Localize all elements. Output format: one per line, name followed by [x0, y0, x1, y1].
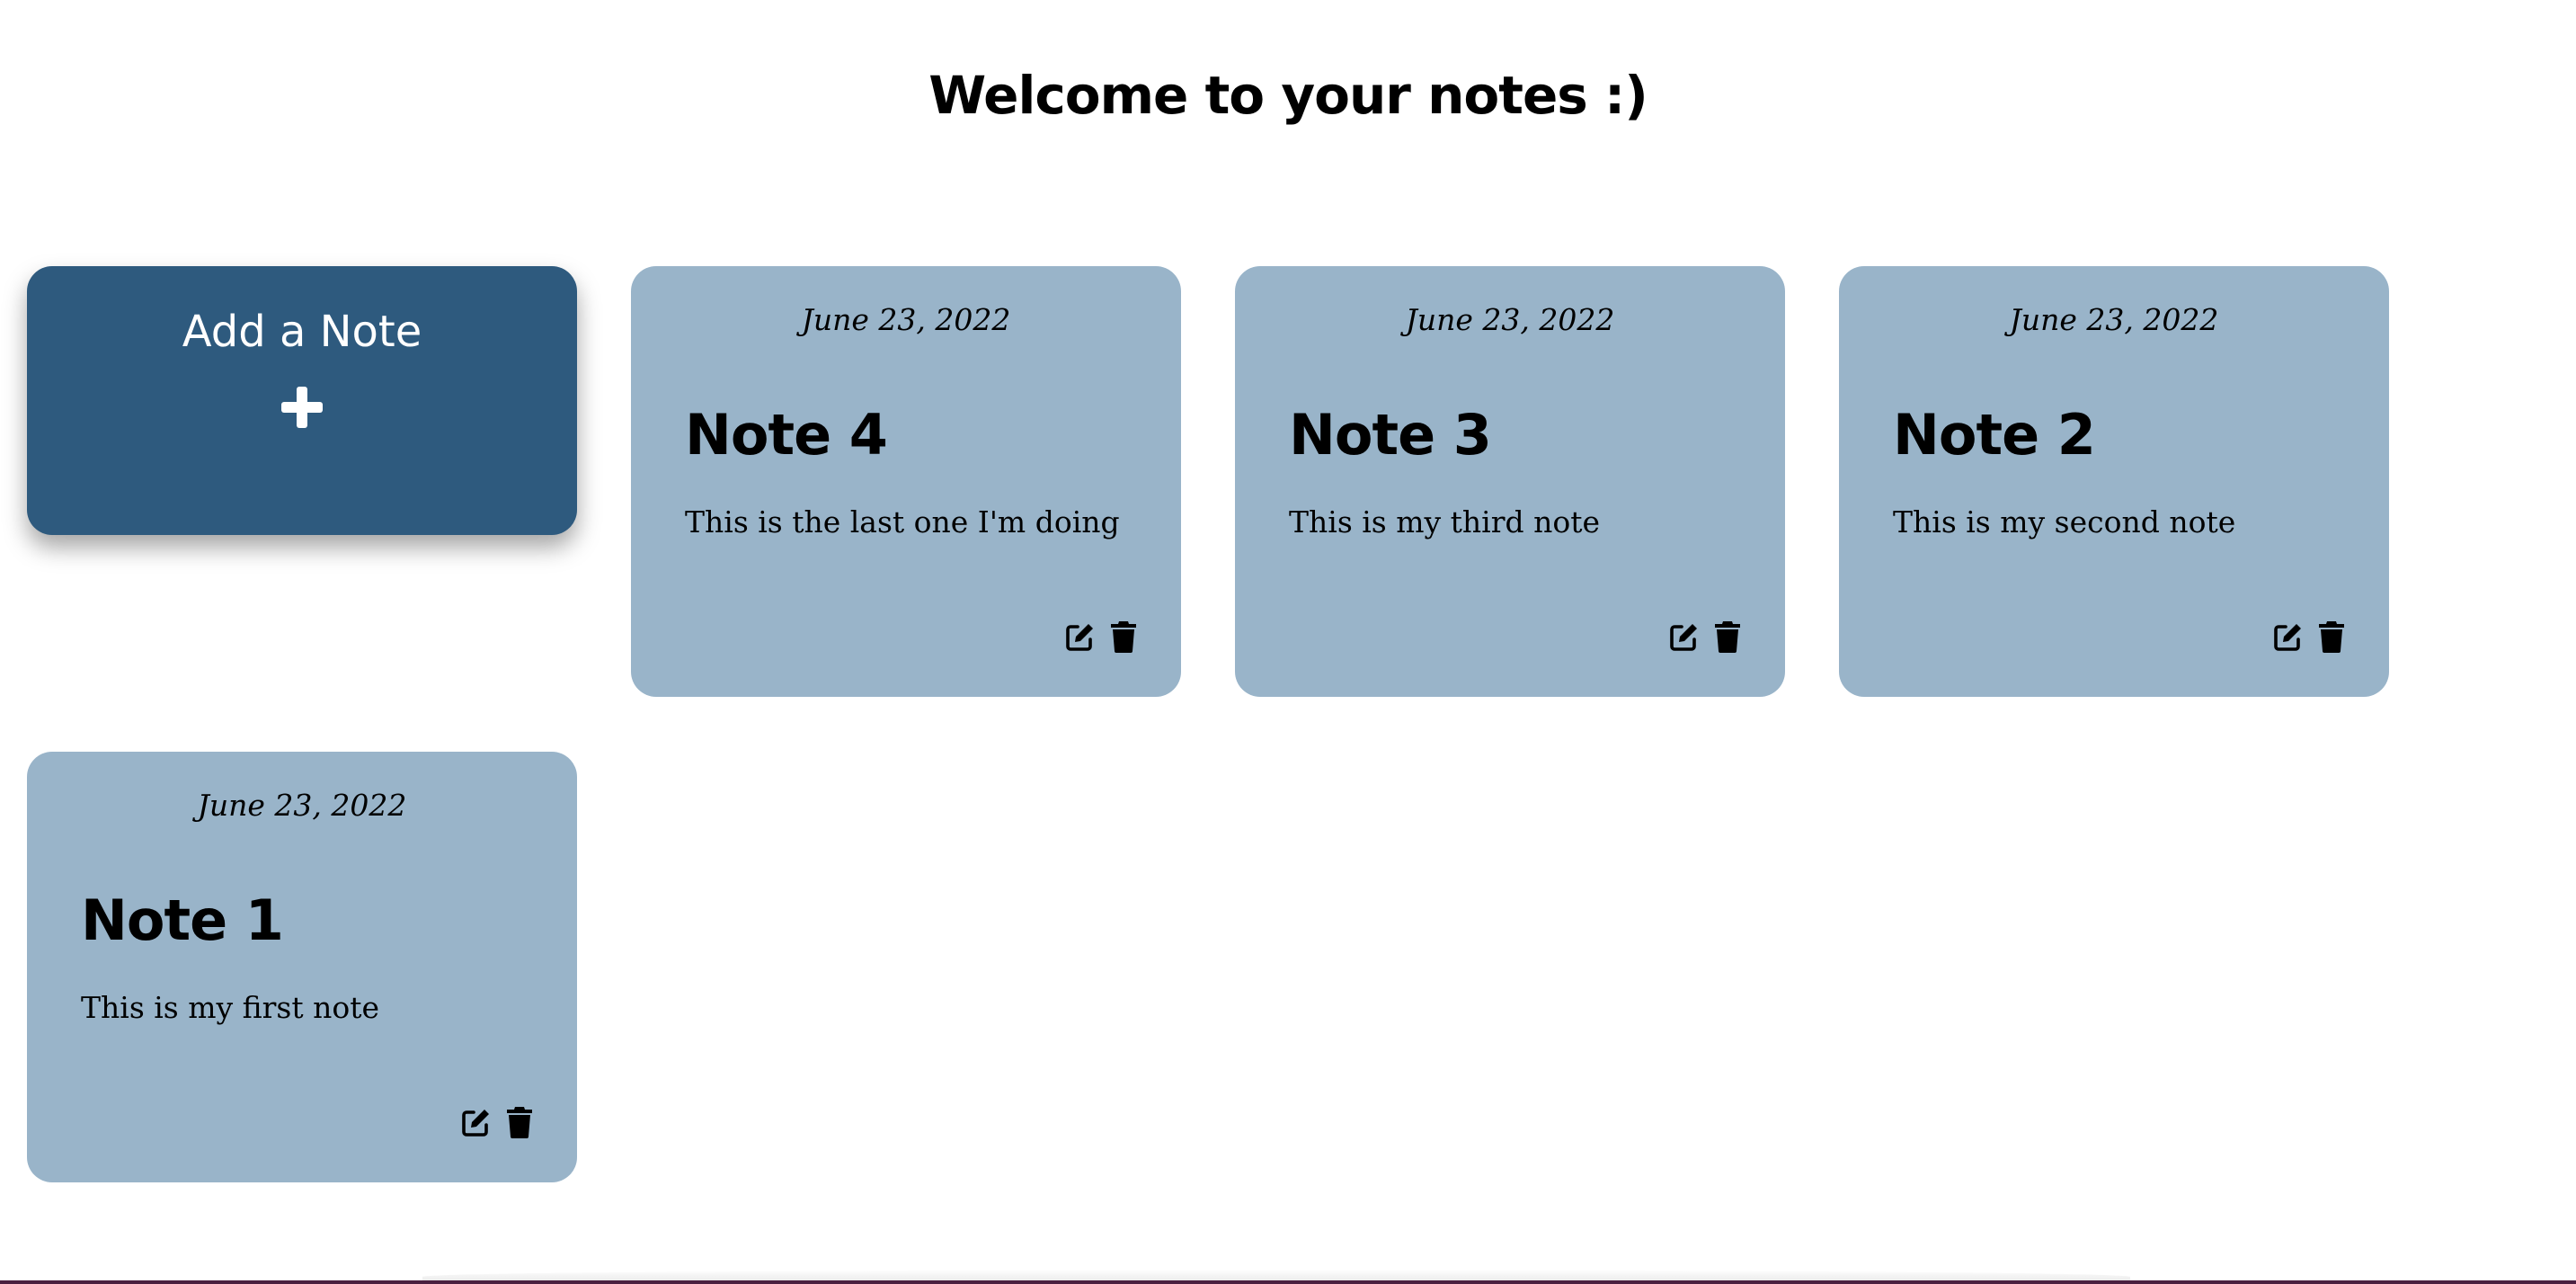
note-date: June 23, 2022 — [197, 788, 407, 823]
note-title: Note 3 — [1289, 402, 1492, 468]
note-card: June 23, 2022 Note 4 This is the last on… — [631, 266, 1181, 697]
note-text: This is my second note — [1893, 504, 2236, 539]
add-note-button[interactable]: Add a Note — [27, 266, 577, 535]
note-text: This is my first note — [81, 990, 380, 1025]
note-date: June 23, 2022 — [801, 302, 1011, 337]
note-title: Note 1 — [81, 887, 284, 953]
trash-icon[interactable] — [2315, 620, 2348, 654]
trash-icon[interactable] — [503, 1105, 536, 1139]
trash-icon[interactable] — [1711, 620, 1744, 654]
note-card: June 23, 2022 Note 3 This is my third no… — [1235, 266, 1785, 697]
edit-icon[interactable] — [1668, 620, 1701, 654]
note-text: This is the last one I'm doing — [685, 504, 1120, 539]
note-actions — [1668, 620, 1744, 654]
note-text: This is my third note — [1289, 504, 1601, 539]
add-note-label: Add a Note — [182, 307, 422, 357]
note-title: Note 2 — [1893, 402, 2096, 468]
window-bottom-edge — [0, 1280, 2576, 1284]
page-title: Welcome to your notes :) — [928, 65, 1648, 126]
note-actions — [1064, 620, 1140, 654]
plus-icon — [281, 387, 323, 428]
note-actions — [2272, 620, 2348, 654]
note-date: June 23, 2022 — [2009, 302, 2219, 337]
edit-icon[interactable] — [2272, 620, 2305, 654]
edit-icon[interactable] — [460, 1105, 493, 1139]
note-card: June 23, 2022 Note 1 This is my first no… — [27, 752, 577, 1182]
edit-icon[interactable] — [1064, 620, 1097, 654]
note-title: Note 4 — [685, 402, 888, 468]
note-card: June 23, 2022 Note 2 This is my second n… — [1839, 266, 2389, 697]
note-date: June 23, 2022 — [1405, 302, 1615, 337]
trash-icon[interactable] — [1107, 620, 1140, 654]
note-actions — [460, 1105, 536, 1139]
